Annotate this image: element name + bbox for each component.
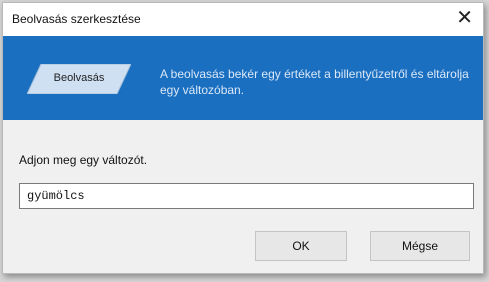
close-icon[interactable]: ✕ <box>456 8 473 28</box>
statement-banner: Beolvasás A beolvasás bekér egy értéket … <box>3 36 483 120</box>
ok-button[interactable]: OK <box>255 231 347 261</box>
variable-input[interactable]: gyümölcs <box>19 183 474 209</box>
statement-label: Beolvasás <box>53 72 105 84</box>
dialog-title: Beolvasás szerkesztése <box>12 12 141 26</box>
variable-prompt: Adjon meg egy változót. <box>19 153 148 167</box>
edit-input-dialog: Beolvasás szerkesztése ✕ Beolvasás A beo… <box>2 2 484 274</box>
title-bar: Beolvasás szerkesztése ✕ <box>3 3 483 36</box>
cancel-button[interactable]: Mégse <box>370 231 470 261</box>
input-statement-shape: Beolvasás <box>27 64 131 94</box>
statement-description: A beolvasás bekér egy értéket a billenty… <box>160 67 469 97</box>
